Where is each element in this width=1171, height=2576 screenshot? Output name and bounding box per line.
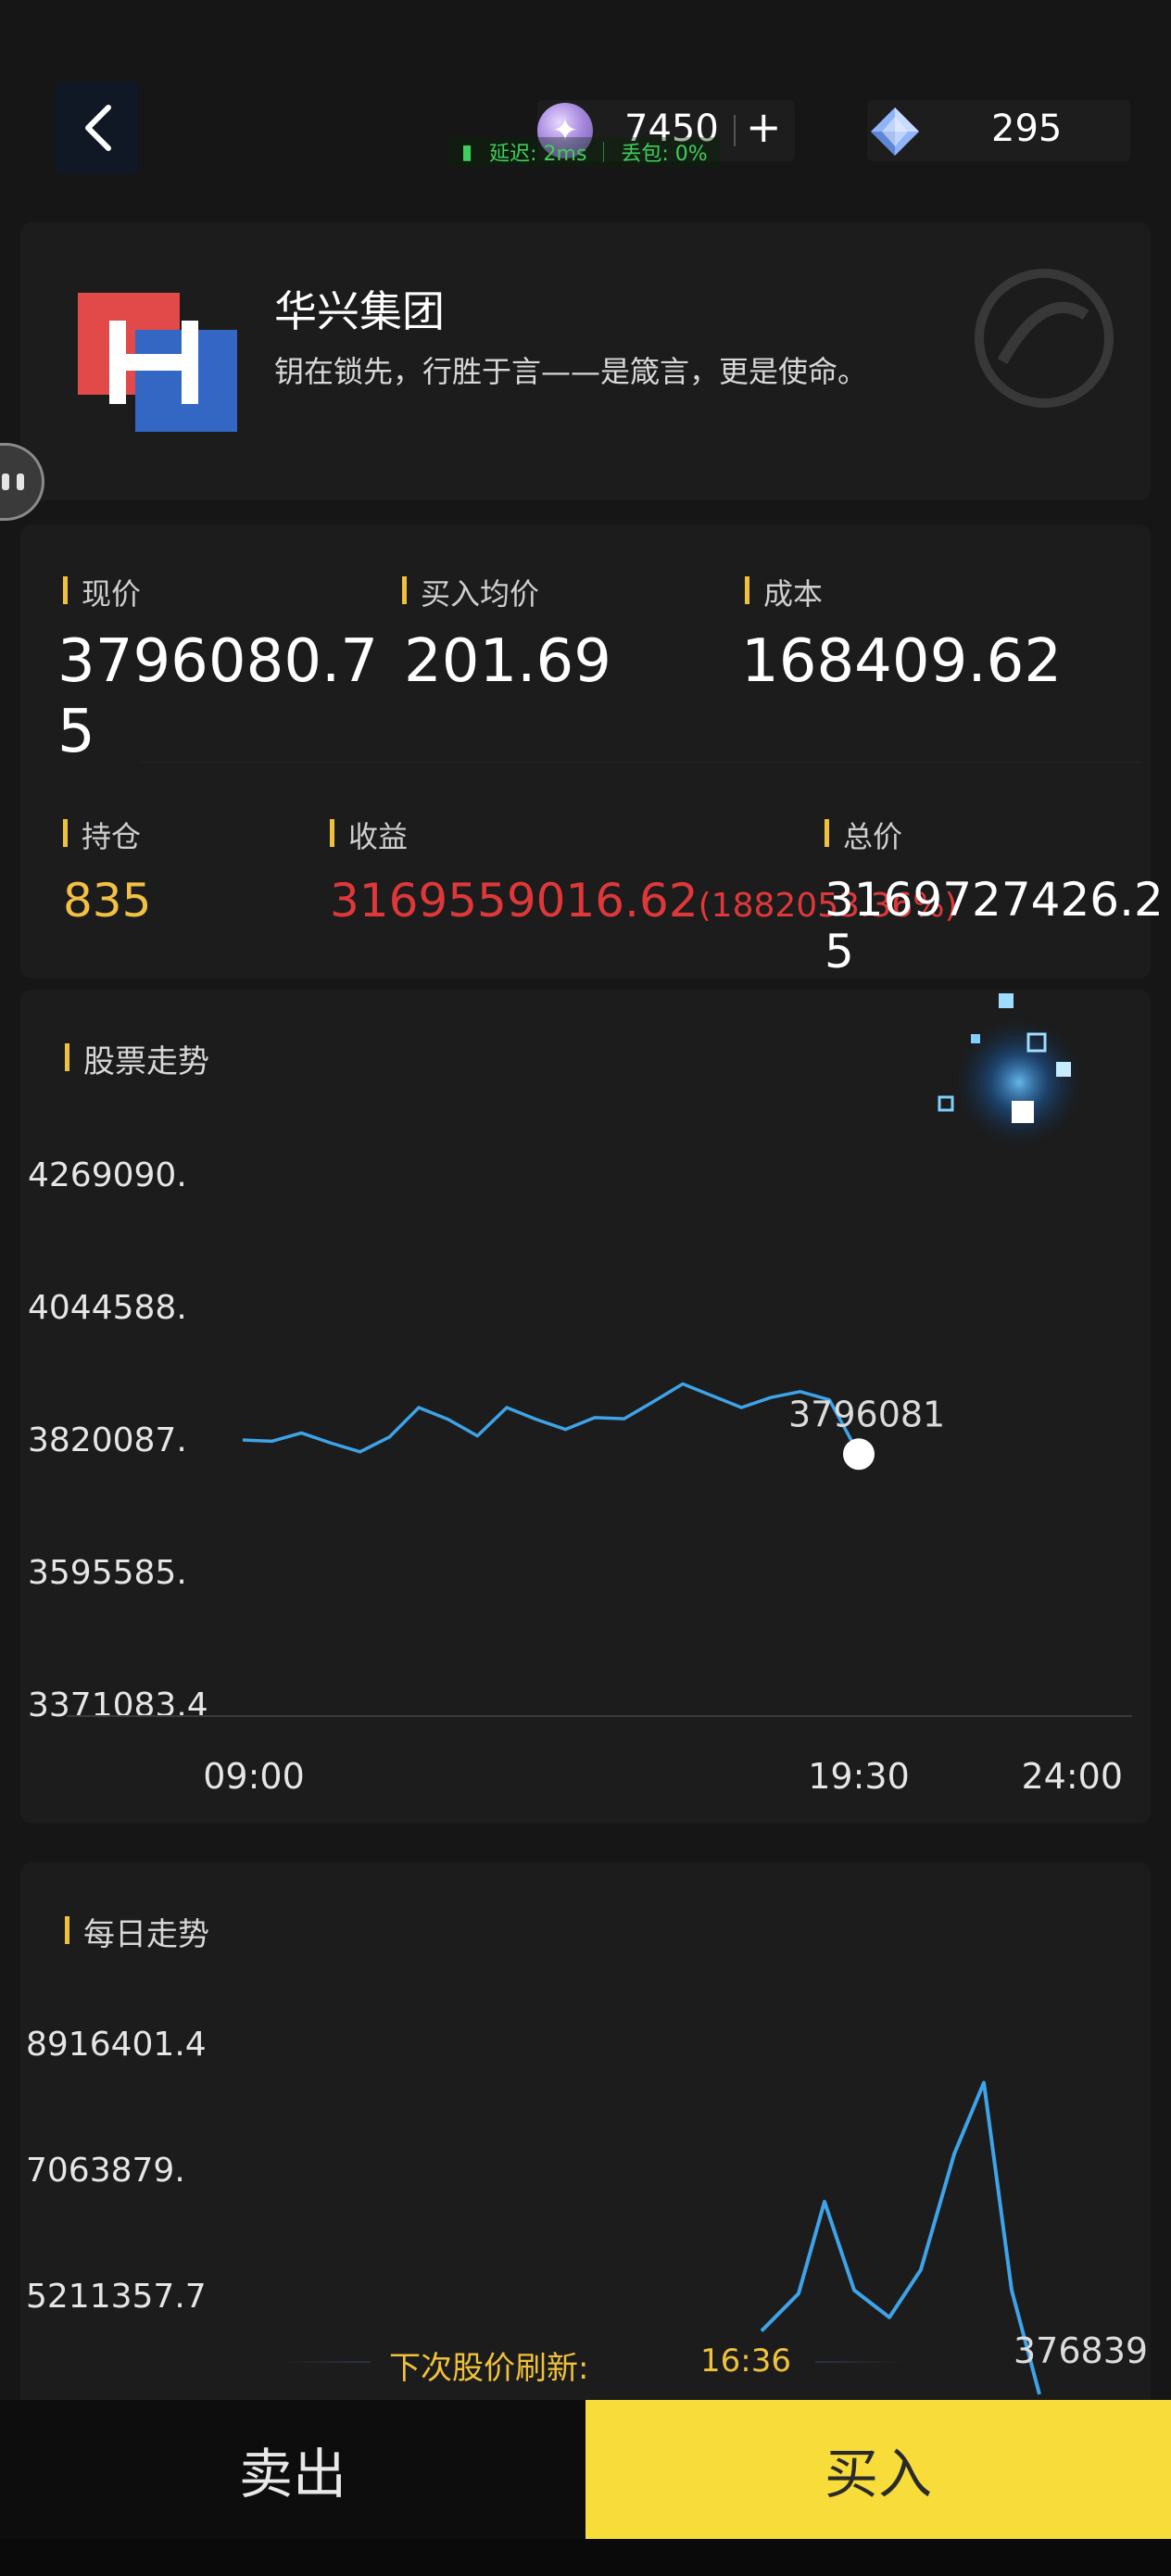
refresh-label: 下次股价刷新: [389,2350,589,2387]
gem-balance: 295 [867,100,1130,161]
bottom-strip [0,2539,1171,2576]
company-name: 华兴集团 [274,286,445,336]
holding-value: 835 [63,874,152,928]
y-tick-label: 4269090. [28,1156,187,1194]
last-price-point [843,1438,875,1471]
back-button[interactable] [56,82,139,174]
position-stats-card: 现价 3796080.7 5 买入均价 201.69 成本 168409.62 … [20,524,1164,979]
cost-value: 168409.62 [741,627,1063,696]
y-tick-label: 5211357.7 [26,2278,207,2316]
last-price-label: 3796081 [788,1394,945,1434]
y-tick-label: 8916401.4 [26,2026,207,2064]
total-value-line2: 5 [825,925,854,979]
company-slogan: 钥在锁先，行胜于言——是箴言，更是使命。 [274,354,868,389]
sparkle-effect-icon [938,993,1084,1147]
divider [141,762,1141,763]
divider [603,142,605,162]
network-status: ▮ 延迟: 2ms 丢包: 0% [448,137,721,167]
divider [278,2361,371,2363]
add-coins-button[interactable]: + [746,102,782,152]
sell-button[interactable]: 卖出 [0,2400,586,2539]
diamond-icon [871,107,919,156]
gem-value: 295 [991,107,1063,150]
packet-loss-text: 丢包: 0% [621,143,708,166]
x-tick-label: 19:30 [808,1756,910,1797]
x-tick-label: 24:00 [1021,1756,1123,1797]
total-label: 总价 [825,814,902,856]
cost-label: 成本 [745,571,823,613]
x-tick-label: 09:00 [203,1756,305,1797]
total-value-line1: 3169727426.2 [825,873,1164,927]
avg-buy-label: 买入均价 [402,571,539,613]
price-label: 现价 [63,571,141,613]
price-series-line [242,1382,861,1456]
latency-text: 延迟: 2ms [489,143,587,166]
refresh-countdown: 下次股价刷新: 16:36 [0,2324,1171,2398]
profit-amount: 3169559016.62 [330,874,699,928]
stock-detail-screen: ✦ 7450 + 295 ▮ 延迟: 2ms 丢包: 0% 华兴集团 钥在锁先，… [0,0,1171,2576]
divider [815,2361,908,2363]
y-tick-label: 3595585. [28,1554,187,1592]
y-tick-label: 3820087. [28,1421,187,1459]
price-value-line2: 5 [57,698,95,766]
chevron-left-icon [85,105,111,151]
y-tick-label: 3371083.4 [28,1686,208,1724]
watermark-emblem [975,269,1114,408]
company-logo [78,293,237,432]
avg-buy-value: 201.69 [404,627,611,696]
price-value-line1: 3796080.7 [57,627,379,696]
company-card: 华兴集团 钥在锁先，行胜于言——是箴言，更是使命。 [20,222,1151,500]
buy-button[interactable]: 买入 [586,2400,1171,2539]
y-tick-label: 4044588. [28,1289,187,1327]
y-tick-label: 7063879. [26,2152,185,2190]
profit-label: 收益 [330,814,408,856]
holding-label: 持仓 [63,814,141,856]
refresh-time: 16:36 [700,2342,791,2380]
divider [734,115,736,146]
signal-icon: ▮ [461,140,473,164]
